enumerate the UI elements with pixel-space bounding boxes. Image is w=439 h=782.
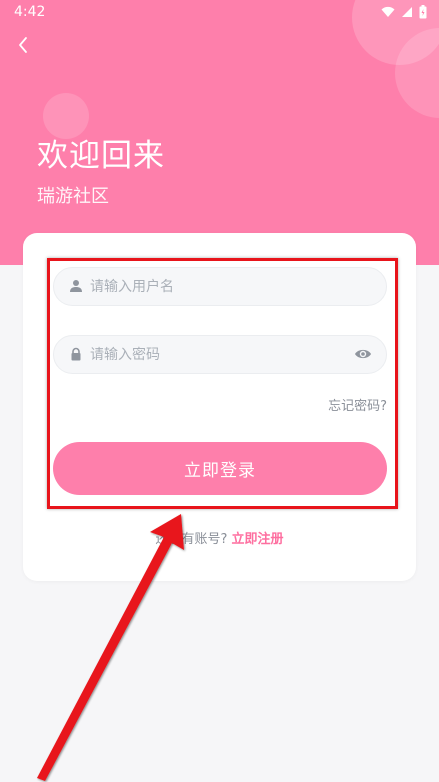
- register-link[interactable]: 立即注册: [232, 532, 284, 547]
- user-icon: [70, 280, 82, 292]
- lock-icon: [71, 347, 81, 361]
- password-input[interactable]: [90, 336, 350, 373]
- status-time: 4:42: [14, 4, 46, 20]
- battery-icon: [419, 5, 427, 19]
- password-field[interactable]: [53, 335, 387, 374]
- eye-icon[interactable]: [354, 347, 372, 361]
- username-field[interactable]: [53, 267, 387, 306]
- back-arrow-icon[interactable]: [12, 33, 36, 57]
- wifi-icon: [381, 6, 395, 17]
- login-button[interactable]: 立即登录: [53, 442, 387, 495]
- status-icons: [381, 5, 427, 19]
- page-title: 欢迎回来: [37, 138, 165, 174]
- signal-icon: [402, 7, 412, 17]
- page-subtitle: 瑞游社区: [37, 186, 109, 207]
- username-input[interactable]: [90, 268, 350, 305]
- register-prompt: 还没有账号? 立即注册: [0, 528, 439, 547]
- register-question: 还没有账号?: [155, 532, 228, 547]
- status-bar: 4:42: [0, 0, 439, 26]
- forgot-password-link[interactable]: 忘记密码?: [328, 395, 387, 414]
